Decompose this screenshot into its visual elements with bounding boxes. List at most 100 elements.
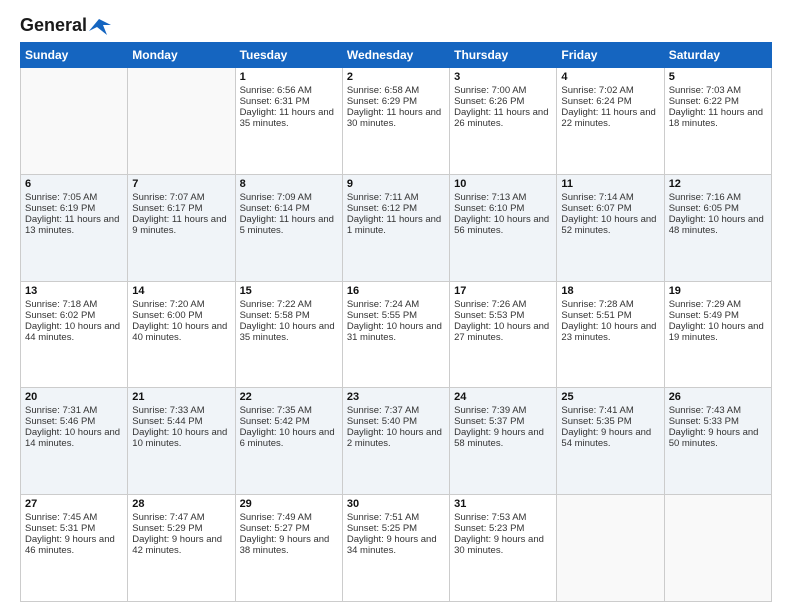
- daylight-text: Daylight: 9 hours and 58 minutes.: [454, 427, 544, 449]
- daylight-text: Daylight: 11 hours and 5 minutes.: [240, 214, 334, 236]
- sunrise-text: Sunrise: 7:02 AM: [561, 85, 633, 96]
- sunset-text: Sunset: 5:46 PM: [25, 416, 95, 427]
- daylight-text: Daylight: 11 hours and 13 minutes.: [25, 214, 119, 236]
- sunrise-text: Sunrise: 7:51 AM: [347, 512, 419, 523]
- logo-general: General: [20, 15, 87, 36]
- daylight-text: Daylight: 10 hours and 14 minutes.: [25, 427, 120, 449]
- day-number: 28: [132, 498, 230, 510]
- calendar-week-4: 20Sunrise: 7:31 AMSunset: 5:46 PMDayligh…: [21, 388, 772, 495]
- sunset-text: Sunset: 6:29 PM: [347, 96, 417, 107]
- sunrise-text: Sunrise: 7:00 AM: [454, 85, 526, 96]
- sunrise-text: Sunrise: 7:35 AM: [240, 405, 312, 416]
- day-header-wednesday: Wednesday: [342, 43, 449, 68]
- calendar-cell: 21 Sunrise: 7:33 AMSunset: 5:44 PMDayligh…: [128, 388, 235, 495]
- day-number: 21: [132, 391, 230, 403]
- logo-bird-icon: [89, 17, 111, 35]
- sunset-text: Sunset: 5:42 PM: [240, 416, 310, 427]
- calendar-cell: 26Sunrise: 7:43 AMSunset: 5:33 PMDayligh…: [664, 388, 771, 495]
- calendar-cell: 18Sunrise: 7:28 AMSunset: 5:51 PMDayligh…: [557, 281, 664, 388]
- sunrise-text: Sunrise: 7:47 AM: [132, 512, 204, 523]
- calendar-cell: [557, 495, 664, 602]
- daylight-text: Daylight: 11 hours and 18 minutes.: [669, 107, 763, 129]
- day-number: 31: [454, 498, 552, 510]
- daylight-text: Daylight: 11 hours and 26 minutes.: [454, 107, 548, 129]
- sunrise-text: Sunrise: 7:05 AM: [25, 192, 97, 203]
- daylight-text: Daylight: 10 hours and 31 minutes.: [347, 321, 442, 343]
- sunset-text: Sunset: 5:44 PM: [132, 416, 202, 427]
- sunset-text: Sunset: 6:10 PM: [454, 203, 524, 214]
- sunrise-text: Sunrise: 6:56 AM: [240, 85, 312, 96]
- calendar-cell: 17 Sunrise: 7:26 AMSunset: 5:53 PMDayligh…: [450, 281, 557, 388]
- calendar-cell: 4Sunrise: 7:02 AMSunset: 6:24 PMDaylight…: [557, 68, 664, 175]
- calendar-cell: 15Sunrise: 7:22 AMSunset: 5:58 PMDayligh…: [235, 281, 342, 388]
- day-number: 9: [347, 178, 445, 190]
- sunrise-text: Sunrise: 6:58 AM: [347, 85, 419, 96]
- sunset-text: Sunset: 6:02 PM: [25, 310, 95, 321]
- day-header-friday: Friday: [557, 43, 664, 68]
- sunrise-text: Sunrise: 7:41 AM: [561, 405, 633, 416]
- daylight-text: Daylight: 10 hours and 10 minutes.: [132, 427, 227, 449]
- sunrise-text: Sunrise: 7:29 AM: [669, 299, 741, 310]
- calendar-cell: 22Sunrise: 7:35 AMSunset: 5:42 PMDayligh…: [235, 388, 342, 495]
- daylight-text: Daylight: 10 hours and 2 minutes.: [347, 427, 442, 449]
- day-number: 1: [240, 71, 338, 83]
- daylight-text: Daylight: 10 hours and 27 minutes.: [454, 321, 549, 343]
- calendar-cell: 11Sunrise: 7:14 AMSunset: 6:07 PMDayligh…: [557, 174, 664, 281]
- sunrise-text: Sunrise: 7:18 AM: [25, 299, 97, 310]
- sunset-text: Sunset: 5:35 PM: [561, 416, 631, 427]
- sunrise-text: Sunrise: 7:11 AM: [347, 192, 419, 203]
- calendar-cell: 23Sunrise: 7:37 AMSunset: 5:40 PMDayligh…: [342, 388, 449, 495]
- day-number: 16: [347, 285, 445, 297]
- calendar-cell: [128, 68, 235, 175]
- day-number: 8: [240, 178, 338, 190]
- calendar-cell: [664, 495, 771, 602]
- calendar-cell: 1Sunrise: 6:56 AMSunset: 6:31 PMDaylight…: [235, 68, 342, 175]
- sunset-text: Sunset: 6:14 PM: [240, 203, 310, 214]
- daylight-text: Daylight: 9 hours and 38 minutes.: [240, 534, 330, 556]
- sunrise-text: Sunrise: 7:13 AM: [454, 192, 526, 203]
- daylight-text: Daylight: 9 hours and 34 minutes.: [347, 534, 437, 556]
- daylight-text: Daylight: 9 hours and 30 minutes.: [454, 534, 544, 556]
- day-header-sunday: Sunday: [21, 43, 128, 68]
- calendar-cell: 9 Sunrise: 7:11 AMSunset: 6:12 PMDaylight…: [342, 174, 449, 281]
- sunrise-text: Sunrise: 7:22 AM: [240, 299, 312, 310]
- sunrise-text: Sunrise: 7:33 AM: [132, 405, 204, 416]
- sunrise-text: Sunrise: 7:14 AM: [561, 192, 633, 203]
- sunrise-text: Sunrise: 7:26 AM: [454, 299, 526, 310]
- day-number: 2: [347, 71, 445, 83]
- calendar-cell: 14Sunrise: 7:20 AMSunset: 6:00 PMDayligh…: [128, 281, 235, 388]
- daylight-text: Daylight: 11 hours and 9 minutes.: [132, 214, 226, 236]
- sunset-text: Sunset: 5:37 PM: [454, 416, 524, 427]
- calendar-cell: 12Sunrise: 7:16 AMSunset: 6:05 PMDayligh…: [664, 174, 771, 281]
- calendar-cell: 24Sunrise: 7:39 AMSunset: 5:37 PMDayligh…: [450, 388, 557, 495]
- sunset-text: Sunset: 5:55 PM: [347, 310, 417, 321]
- sunset-text: Sunset: 6:12 PM: [347, 203, 417, 214]
- sunset-text: Sunset: 6:05 PM: [669, 203, 739, 214]
- daylight-text: Daylight: 10 hours and 19 minutes.: [669, 321, 764, 343]
- day-number: 27: [25, 498, 123, 510]
- calendar-cell: 3Sunrise: 7:00 AMSunset: 6:26 PMDaylight…: [450, 68, 557, 175]
- sunrise-text: Sunrise: 7:45 AM: [25, 512, 97, 523]
- calendar-cell: 19Sunrise: 7:29 AMSunset: 5:49 PMDayligh…: [664, 281, 771, 388]
- daylight-text: Daylight: 11 hours and 22 minutes.: [561, 107, 655, 129]
- day-number: 5: [669, 71, 767, 83]
- calendar-cell: 27Sunrise: 7:45 AMSunset: 5:31 PMDayligh…: [21, 495, 128, 602]
- page: General SundayMondayTuesdayWednesdayThur…: [0, 0, 792, 612]
- day-number: 7: [132, 178, 230, 190]
- daylight-text: Daylight: 10 hours and 35 minutes.: [240, 321, 335, 343]
- day-number: 17: [454, 285, 552, 297]
- sunrise-text: Sunrise: 7:43 AM: [669, 405, 741, 416]
- calendar-cell: 7Sunrise: 7:07 AMSunset: 6:17 PMDaylight…: [128, 174, 235, 281]
- daylight-text: Daylight: 11 hours and 1 minute.: [347, 214, 441, 236]
- day-number: 22: [240, 391, 338, 403]
- logo: General: [20, 15, 111, 34]
- day-number: 19: [669, 285, 767, 297]
- day-header-thursday: Thursday: [450, 43, 557, 68]
- daylight-text: Daylight: 10 hours and 48 minutes.: [669, 214, 764, 236]
- sunset-text: Sunset: 6:22 PM: [669, 96, 739, 107]
- calendar-week-2: 6Sunrise: 7:05 AMSunset: 6:19 PMDaylight…: [21, 174, 772, 281]
- day-number: 11: [561, 178, 659, 190]
- sunrise-text: Sunrise: 7:07 AM: [132, 192, 204, 203]
- sunset-text: Sunset: 5:23 PM: [454, 523, 524, 534]
- sunset-text: Sunset: 5:53 PM: [454, 310, 524, 321]
